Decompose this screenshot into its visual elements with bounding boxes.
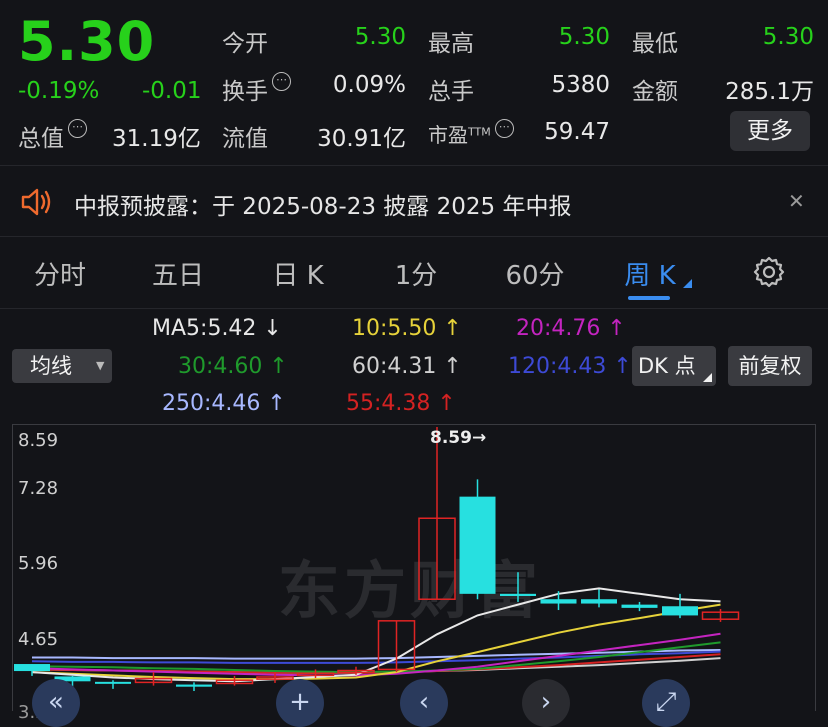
candle-body bbox=[500, 593, 536, 596]
scroll-right-button[interactable]: › bbox=[522, 679, 570, 727]
candle-body bbox=[581, 599, 617, 604]
max-price-marker: 8.59→ bbox=[430, 428, 487, 448]
scroll-left-button[interactable]: ‹ bbox=[400, 679, 448, 727]
candle-body bbox=[662, 606, 698, 616]
candle-body bbox=[621, 604, 658, 608]
expand-icon[interactable]: ⤢ bbox=[642, 679, 690, 727]
candle-body bbox=[176, 684, 212, 687]
y-tick-label: 5.96 bbox=[18, 553, 59, 574]
candle-body bbox=[459, 496, 496, 594]
y-tick-label: 8.59 bbox=[18, 430, 59, 451]
candle-body bbox=[95, 681, 131, 684]
candle-body bbox=[14, 664, 50, 672]
y-tick-label: 4.65 bbox=[18, 629, 59, 650]
candle-body bbox=[540, 599, 577, 604]
add-indicator-button[interactable]: + bbox=[276, 679, 324, 727]
y-tick-label: 7.28 bbox=[18, 478, 59, 499]
kline-chart[interactable] bbox=[0, 0, 828, 711]
jump-first-button[interactable]: « bbox=[32, 679, 80, 727]
